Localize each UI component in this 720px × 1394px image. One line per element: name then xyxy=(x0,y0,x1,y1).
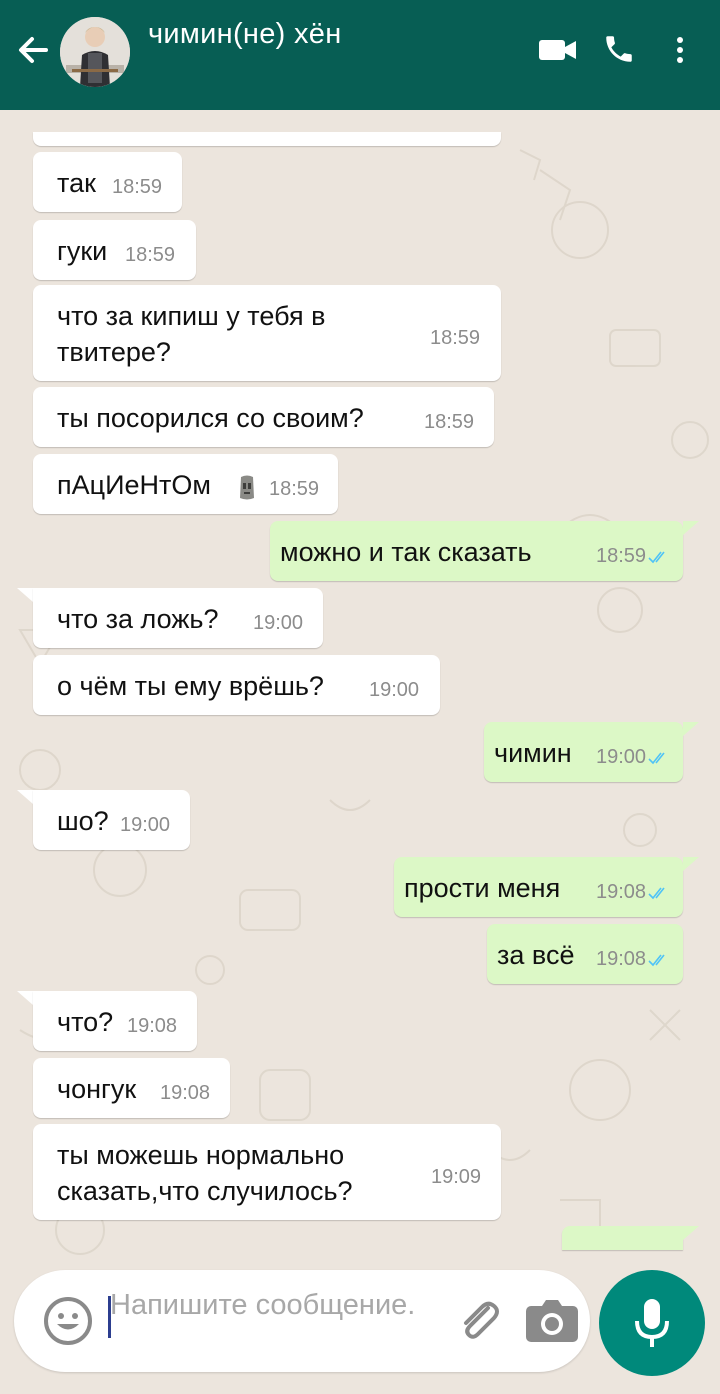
message-text-line: ты можешь нормально xyxy=(57,1140,345,1170)
message-text: прости меня xyxy=(404,873,561,903)
message-text: шо? xyxy=(57,806,109,836)
bubble-tail xyxy=(17,588,33,602)
message-composer xyxy=(14,1270,590,1372)
message-bubble[interactable]: что? 19:08 xyxy=(33,991,197,1051)
message-time: 19:09 xyxy=(431,1166,482,1188)
message-text: пАцИеНтОм xyxy=(57,470,211,500)
message-bubble[interactable]: ты можешь нормально сказать,что случилос… xyxy=(33,1124,501,1220)
message-time: 19:00 xyxy=(596,746,668,769)
bubble-tail xyxy=(17,991,33,1005)
message-time: 19:00 xyxy=(253,612,304,634)
message-list[interactable]: так 18:59 гуки 18:59 что за кипиш у тебя… xyxy=(0,110,720,1270)
message-time: 19:08 xyxy=(160,1082,211,1104)
message-bubble[interactable]: гуки 18:59 xyxy=(33,220,196,280)
message-bubble[interactable]: шо? 19:00 xyxy=(33,790,190,850)
arrow-left-icon[interactable] xyxy=(14,30,54,70)
message-time: 19:08 xyxy=(596,881,668,904)
message-time: 19:08 xyxy=(596,948,668,971)
message-bubble-outgoing[interactable]: прости меня 19:08 xyxy=(394,857,683,917)
bubble-tail xyxy=(17,790,33,804)
message-bubble-partial xyxy=(33,132,501,146)
bubble-tail xyxy=(683,722,699,736)
message-time: 18:59 xyxy=(596,545,668,568)
message-bubble[interactable]: ты посорился со своим? 18:59 xyxy=(33,387,494,447)
message-time: 19:08 xyxy=(127,1015,178,1037)
message-text: можно и так сказать xyxy=(280,537,532,567)
paperclip-icon[interactable] xyxy=(454,1296,504,1346)
smiley-icon[interactable] xyxy=(42,1295,94,1347)
message-time: 18:59 xyxy=(112,176,163,198)
message-text: что за ложь? xyxy=(57,604,219,634)
read-ticks-icon xyxy=(648,887,665,899)
message-bubble[interactable]: пАцИеНтОм 18:59 xyxy=(33,454,338,514)
message-text: гуки xyxy=(57,236,108,266)
message-bubble-outgoing-partial xyxy=(562,1226,683,1250)
read-ticks-icon xyxy=(648,551,665,563)
bubble-tail xyxy=(683,521,699,535)
message-bubble[interactable]: чонгук 19:08 xyxy=(33,1058,230,1118)
bubble-tail xyxy=(683,1226,699,1240)
message-bubble-outgoing[interactable]: за всё 19:08 xyxy=(487,924,683,984)
message-time: 18:59 xyxy=(125,244,176,266)
message-text: что? xyxy=(57,1007,114,1037)
message-bubble[interactable]: о чём ты ему врёшь? 19:00 xyxy=(33,655,440,715)
message-bubble[interactable]: что за ложь? 19:00 xyxy=(33,588,323,648)
message-text: о чём ты ему врёшь? xyxy=(57,671,324,701)
microphone-icon xyxy=(635,1299,669,1347)
message-time: 18:59 xyxy=(424,411,475,433)
message-text-line: твитере? xyxy=(57,337,171,367)
contact-name[interactable]: чимин(не) хён xyxy=(148,18,342,51)
message-text-line: сказать,что случилось? xyxy=(57,1176,353,1206)
message-text-line: что за кипиш у тебя в xyxy=(57,301,326,331)
phone-icon[interactable] xyxy=(602,32,636,66)
message-bubble-outgoing[interactable]: чимин 19:00 xyxy=(484,722,683,782)
message-time: 18:59 xyxy=(269,478,320,500)
message-time: 19:00 xyxy=(369,679,420,701)
message-input[interactable] xyxy=(110,1286,440,1360)
message-text: чонгук xyxy=(57,1074,137,1104)
message-text: ты посорился со своим? xyxy=(57,403,364,433)
moai-emoji-icon xyxy=(240,475,254,500)
message-text: так xyxy=(57,168,96,198)
message-bubble-outgoing[interactable]: можно и так сказать 18:59 xyxy=(270,521,683,581)
video-call-icon[interactable] xyxy=(538,32,578,68)
avatar[interactable] xyxy=(60,17,130,87)
message-text: за всё xyxy=(497,940,575,970)
more-vertical-icon[interactable] xyxy=(670,32,690,68)
message-time: 18:59 xyxy=(430,327,481,349)
chat-header: чимин(не) хён xyxy=(0,0,720,110)
mic-button[interactable] xyxy=(599,1270,705,1376)
message-text: чимин xyxy=(494,738,572,768)
camera-icon[interactable] xyxy=(524,1298,580,1344)
message-bubble[interactable]: что за кипиш у тебя в твитере? 18:59 xyxy=(33,285,501,381)
bubble-tail xyxy=(683,857,699,871)
read-ticks-icon xyxy=(648,954,665,966)
read-ticks-icon xyxy=(648,752,665,764)
message-time: 19:00 xyxy=(120,814,171,836)
message-bubble[interactable]: так 18:59 xyxy=(33,152,182,212)
